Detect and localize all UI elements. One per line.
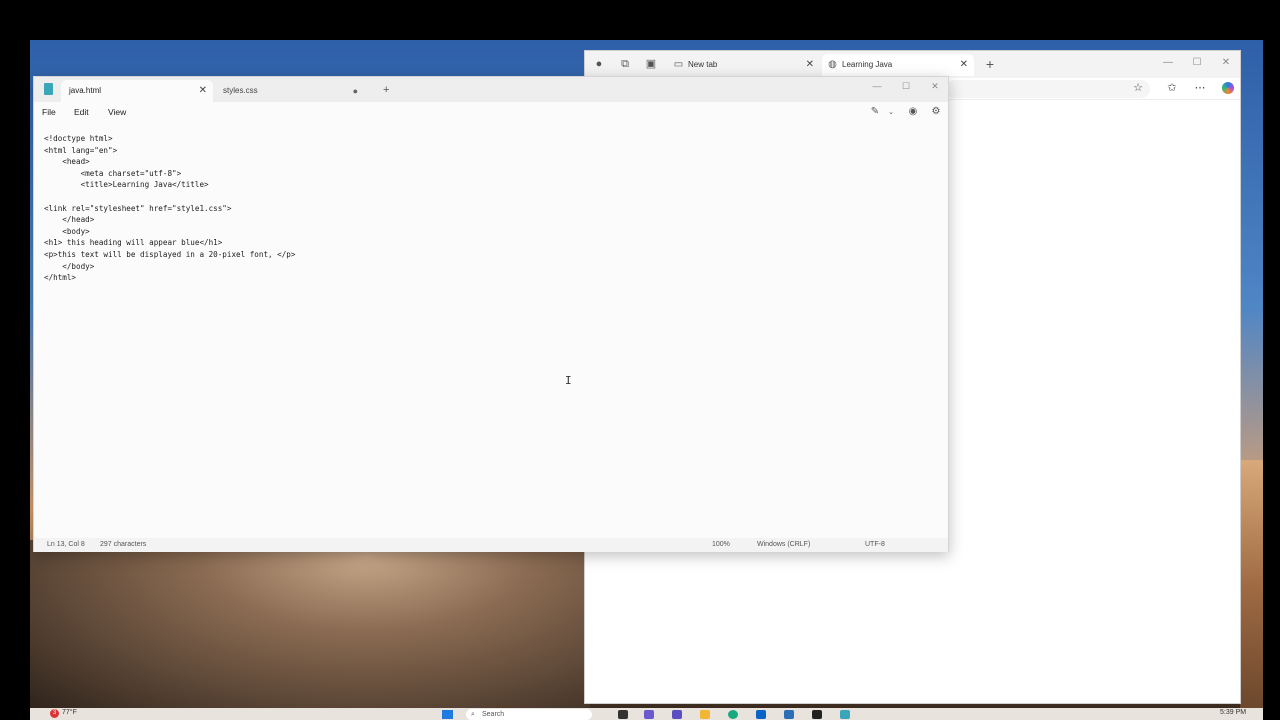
minimize-icon[interactable]: — bbox=[870, 81, 884, 91]
browser-tab-bar: ● ⧉ ▣ ▭ New tab ✕ ◍ Learning Java ✕ + — … bbox=[585, 51, 1240, 78]
browser-tab-label: Learning Java bbox=[842, 60, 893, 69]
status-bar: Ln 13, Col 8 297 characters 100% Windows… bbox=[34, 538, 948, 552]
code-line: <!doctype html> bbox=[44, 134, 113, 143]
line-ending[interactable]: Windows (CRLF) bbox=[757, 541, 810, 548]
menu-edit[interactable]: Edit bbox=[74, 107, 89, 117]
code-line: <body> bbox=[44, 226, 90, 236]
browser-tab-new-tab[interactable]: ▭ New tab ✕ bbox=[668, 54, 820, 76]
address-bar[interactable] bbox=[945, 80, 1150, 98]
new-tab-icon[interactable]: + bbox=[983, 57, 997, 71]
tab-label: java.html bbox=[69, 86, 102, 95]
search-placeholder: Search bbox=[482, 711, 505, 718]
tab-label: styles.css bbox=[223, 86, 258, 95]
encoding[interactable]: UTF-8 bbox=[865, 541, 885, 548]
wallpaper-rocks bbox=[1240, 460, 1263, 708]
page-icon: ▭ bbox=[673, 59, 684, 70]
mouse-ibeam-cursor-icon: I bbox=[565, 374, 572, 387]
code-line: <p>this text will be displayed in a 20-p… bbox=[44, 249, 296, 259]
text-editor[interactable]: <!doctype html> <html lang="en"> <head> … bbox=[44, 133, 934, 533]
ellipsis-icon[interactable]: ⋯ bbox=[1193, 81, 1207, 95]
workspaces-icon[interactable]: ⧉ bbox=[618, 57, 632, 71]
account-icon[interactable]: ◉ bbox=[906, 106, 920, 117]
menu-view[interactable]: View bbox=[108, 107, 126, 117]
file-explorer-icon[interactable] bbox=[700, 710, 710, 719]
code-line: <h1> this heading will appear blue</h1> bbox=[44, 238, 223, 248]
search-icon: ⌕ bbox=[471, 711, 475, 718]
add-tab-icon[interactable]: + bbox=[383, 84, 389, 96]
menu-file[interactable]: File bbox=[42, 107, 56, 117]
code-line: <link rel="stylesheet" href="style1.css"… bbox=[44, 203, 232, 213]
outlook-icon[interactable] bbox=[756, 710, 766, 719]
tab-styles-css[interactable]: styles.css ● bbox=[215, 80, 365, 102]
close-window-icon[interactable]: ✕ bbox=[1219, 57, 1233, 68]
profile-icon[interactable]: ● bbox=[592, 57, 606, 71]
gear-icon[interactable]: ⚙ bbox=[929, 106, 943, 117]
clock[interactable]: 5:39 PM bbox=[1220, 709, 1246, 716]
tab-java-html[interactable]: java.html ✕ bbox=[61, 80, 213, 102]
favorites-icon[interactable]: ✩ bbox=[1165, 81, 1179, 95]
xbox-icon[interactable] bbox=[812, 710, 822, 719]
maximize-icon[interactable]: ☐ bbox=[899, 81, 913, 92]
close-icon[interactable]: ✕ bbox=[199, 80, 207, 102]
minimize-icon[interactable]: — bbox=[1161, 57, 1175, 68]
magic-pen-icon[interactable]: ✎ bbox=[868, 106, 882, 117]
taskbar: 3 77°F ⌕ Search 5:39 PM bbox=[30, 708, 1263, 720]
store-icon[interactable] bbox=[784, 710, 794, 719]
notepad-tab-bar: java.html ✕ styles.css ● + — ☐ ✕ bbox=[34, 77, 948, 102]
notepad-icon bbox=[44, 83, 53, 95]
tab-actions-icon[interactable]: ▣ bbox=[644, 57, 658, 71]
copilot-icon[interactable] bbox=[1222, 82, 1234, 94]
code-line: <title>Learning Java</title> bbox=[44, 180, 209, 190]
taskview-icon[interactable] bbox=[618, 710, 628, 719]
windows-start-icon[interactable] bbox=[442, 710, 453, 719]
notepad-window: java.html ✕ styles.css ● + — ☐ ✕ File Ed… bbox=[33, 76, 949, 552]
code-line: <html lang="en"> bbox=[44, 145, 118, 155]
chevron-down-icon[interactable]: ⌄ bbox=[884, 108, 898, 116]
screen: ● ⧉ ▣ ▭ New tab ✕ ◍ Learning Java ✕ + — … bbox=[0, 0, 1280, 720]
character-count: 297 characters bbox=[100, 541, 147, 548]
browser-tab-learning-java[interactable]: ◍ Learning Java ✕ bbox=[822, 54, 974, 76]
code-line: <head> bbox=[44, 157, 90, 167]
menu-bar: File Edit View ✎ ⌄ ◉ ⚙ bbox=[34, 102, 948, 122]
unsaved-dot-icon[interactable]: ● bbox=[353, 80, 358, 102]
notepad-taskbar-icon[interactable] bbox=[840, 710, 850, 719]
code-line: </body> bbox=[44, 261, 95, 271]
edge-icon[interactable] bbox=[728, 710, 738, 719]
apps-icon[interactable] bbox=[672, 710, 682, 719]
wallpaper-desert bbox=[30, 540, 590, 708]
close-window-icon[interactable]: ✕ bbox=[928, 81, 942, 92]
cursor-position: Ln 13, Col 8 bbox=[47, 541, 85, 548]
zoom-level[interactable]: 100% bbox=[712, 541, 730, 548]
teams-icon[interactable] bbox=[644, 710, 654, 719]
code-line: </html> bbox=[44, 273, 77, 283]
star-icon[interactable]: ☆ bbox=[1131, 81, 1145, 95]
code-line: <meta charset="utf-8"> bbox=[44, 168, 182, 178]
weather-alert-badge[interactable]: 3 bbox=[50, 709, 59, 718]
code-line: </head> bbox=[44, 215, 95, 225]
globe-icon: ◍ bbox=[828, 59, 837, 70]
browser-tab-label: New tab bbox=[688, 60, 718, 69]
maximize-icon[interactable]: ☐ bbox=[1190, 57, 1204, 68]
taskbar-search[interactable]: ⌕ Search bbox=[466, 709, 592, 720]
close-icon[interactable]: ✕ bbox=[960, 54, 968, 76]
close-icon[interactable]: ✕ bbox=[806, 54, 814, 76]
weather-temperature[interactable]: 77°F bbox=[62, 709, 77, 716]
